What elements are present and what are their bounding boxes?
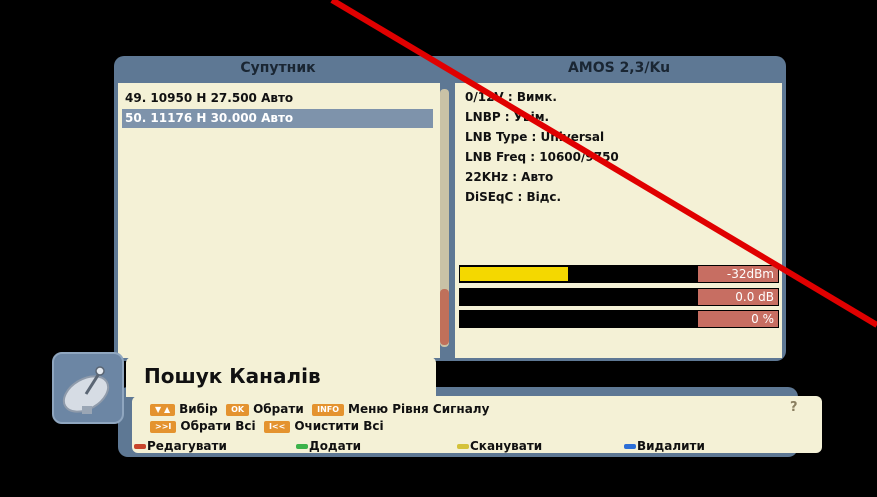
red-diagonal-line [330,0,877,328]
